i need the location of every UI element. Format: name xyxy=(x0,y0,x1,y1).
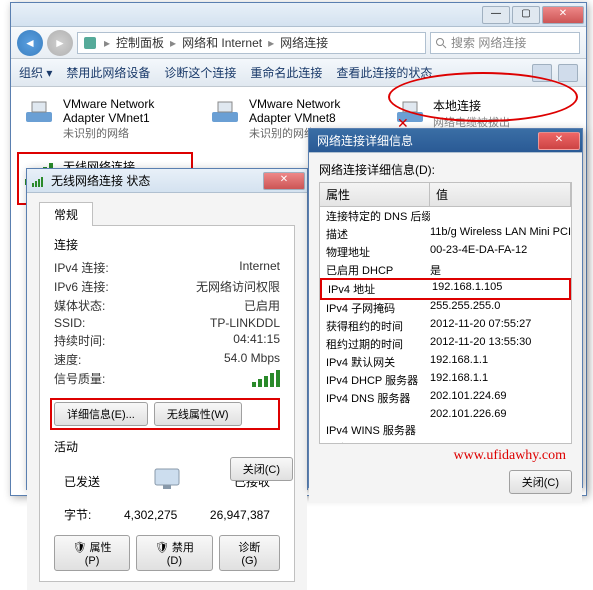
status-close-button[interactable]: ✕ xyxy=(263,172,305,190)
details-heading: 网络连接详细信息(D): xyxy=(319,161,572,178)
wireless-props-button[interactable]: 无线属性(W) xyxy=(154,402,242,426)
search-input[interactable]: 搜索 网络连接 xyxy=(430,32,580,54)
view-status-button[interactable]: 查看此连接的状态 xyxy=(336,64,432,81)
network-adapter-icon xyxy=(22,98,56,128)
table-row[interactable]: IPv4 DHCP 服务器192.168.1.1 xyxy=(320,371,571,389)
forward-button[interactable]: ► xyxy=(47,30,73,56)
watermark: www.ufidawhy.com xyxy=(319,444,572,464)
properties-button[interactable]: 🛡 属性(P) xyxy=(54,535,130,571)
titlebar: — ▢ ✕ xyxy=(11,3,586,27)
properties-table: 属性 值 连接特定的 DNS 后缀描述11b/g Wireless LAN Mi… xyxy=(319,182,572,444)
col-value: 值 xyxy=(430,183,571,206)
table-row[interactable]: 连接特定的 DNS 后缀 xyxy=(320,207,571,225)
wifi-icon xyxy=(31,173,47,189)
toolbar: 组织 ▾ 禁用此网络设备 诊断这个连接 重命名此连接 查看此连接的状态 xyxy=(11,59,586,87)
table-row[interactable]: IPv4 子网掩码255.255.255.0 xyxy=(320,299,571,317)
network-adapter-icon: ✕ xyxy=(393,98,427,128)
details-button[interactable]: 详细信息(E)... xyxy=(54,402,148,426)
signal-bars-icon xyxy=(252,370,280,387)
details-title: 网络连接详细信息 xyxy=(309,132,413,149)
activity-section: 活动 xyxy=(54,438,280,455)
svg-text:✕: ✕ xyxy=(397,115,409,128)
adapter-vmnet1[interactable]: VMware Network Adapter VMnet1 未识别的网络 xyxy=(17,93,193,146)
tab-general[interactable]: 常规 xyxy=(39,202,93,226)
disable-device-button[interactable]: 禁用此网络设备 xyxy=(66,64,150,81)
rename-button[interactable]: 重命名此连接 xyxy=(250,64,322,81)
control-panel-icon xyxy=(82,35,98,51)
activity-icon xyxy=(149,465,185,495)
table-row[interactable]: 物理地址00-23-4E-DA-FA-12 xyxy=(320,243,571,261)
table-row[interactable]: IPv4 DNS 服务器202.101.224.69 xyxy=(320,389,571,407)
details-close-button[interactable]: ✕ xyxy=(538,132,580,150)
details-close-footer-button[interactable]: 关闭(C) xyxy=(509,470,572,494)
status-dialog: 无线网络连接 状态 ✕ 常规 连接 IPv4 连接:Internet IPv6 … xyxy=(26,168,308,490)
status-close-footer-button[interactable]: 关闭(C) xyxy=(230,457,293,481)
disable-button[interactable]: 🛡 禁用(D) xyxy=(136,535,213,571)
table-row[interactable]: 租约过期的时间2012-11-20 13:55:30 xyxy=(320,335,571,353)
network-adapter-icon xyxy=(208,98,242,128)
table-row[interactable]: IPv4 WINS 服务器 xyxy=(320,421,571,439)
details-dialog: 网络连接详细信息 ✕ 网络连接详细信息(D): 属性 值 连接特定的 DNS 后… xyxy=(308,128,583,488)
help-icon[interactable] xyxy=(558,64,578,82)
navbar: ◄ ► ▸ 控制面板 ▸ 网络和 Internet ▸ 网络连接 搜索 网络连接 xyxy=(11,27,586,59)
table-row[interactable]: IPv4 地址192.168.1.105 xyxy=(320,278,571,300)
diagnose-button[interactable]: 诊断(G) xyxy=(219,535,280,571)
table-row[interactable]: 描述11b/g Wireless LAN Mini PCI Ex xyxy=(320,225,571,243)
back-button[interactable]: ◄ xyxy=(17,30,43,56)
col-property: 属性 xyxy=(320,183,430,206)
diagnose-button[interactable]: 诊断这个连接 xyxy=(164,64,236,81)
table-row[interactable]: 已启用 DHCP是 xyxy=(320,261,571,279)
maximize-button[interactable]: ▢ xyxy=(512,6,540,24)
table-row[interactable]: 获得租约的时间2012-11-20 07:55:27 xyxy=(320,317,571,335)
organize-menu[interactable]: 组织 ▾ xyxy=(19,64,52,81)
table-row[interactable]: IPv4 默认网关192.168.1.1 xyxy=(320,353,571,371)
status-title: 无线网络连接 状态 xyxy=(51,172,150,189)
close-button[interactable]: ✕ xyxy=(542,6,584,24)
search-icon xyxy=(435,37,447,49)
breadcrumb[interactable]: ▸ 控制面板 ▸ 网络和 Internet ▸ 网络连接 xyxy=(77,32,426,54)
table-row[interactable]: 202.101.226.69 xyxy=(320,407,571,421)
status-titlebar: 无线网络连接 状态 ✕ xyxy=(27,169,307,193)
details-titlebar: 网络连接详细信息 ✕ xyxy=(309,129,582,153)
minimize-button[interactable]: — xyxy=(482,6,510,24)
view-icon[interactable] xyxy=(532,64,552,82)
connection-section: 连接 xyxy=(54,236,280,253)
